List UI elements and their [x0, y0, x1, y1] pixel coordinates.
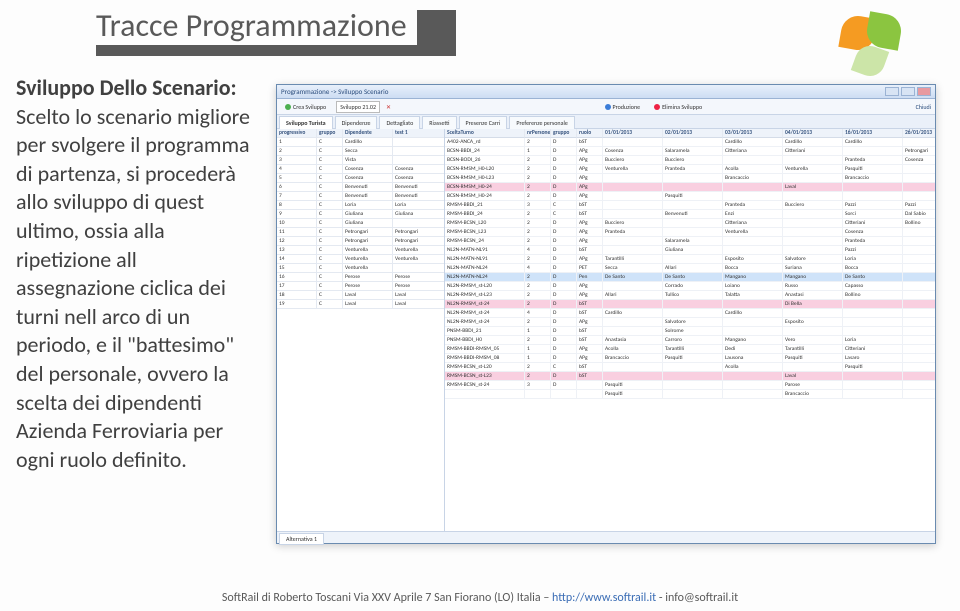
table-row[interactable]: PNSM-BBDI_H02DbSTAnastasiaCarroroMangano…	[445, 336, 935, 345]
table-row[interactable]: BCSN-RMSM_H0-242DAPgLaval	[445, 183, 935, 192]
tab-4[interactable]: Presenze Carri	[459, 116, 508, 129]
col-header[interactable]: SceltaTurno	[445, 129, 525, 138]
col-header[interactable]: ruolo	[577, 129, 603, 138]
table-row[interactable]: NL2N-MATN-NL244DPETSeccaAllariBoccaSuria…	[445, 264, 935, 273]
footer-text: SoftRail di Roberto Toscani Via XXV Apri…	[222, 591, 552, 605]
close-button[interactable]	[917, 87, 931, 96]
table-row[interactable]: 9CGiulianaGiuliana	[277, 210, 444, 219]
alternativa-tab[interactable]: Alternativa 1	[279, 533, 324, 545]
table-row[interactable]: 6CBenvenutiBenvenuti	[277, 183, 444, 192]
table-row[interactable]: RMSM-BCSN_L202DAPgBuccieroCitterianaCitt…	[445, 219, 935, 228]
table-row[interactable]: NL2N-RMSM_st-242DAPgSalvatoreEspositoCar…	[445, 318, 935, 327]
table-row[interactable]: 14CVenturellaVenturella	[277, 255, 444, 264]
col-header[interactable]: 01/01/2013	[603, 129, 663, 138]
delete-icon	[654, 104, 660, 110]
tab-1[interactable]: Dipendenze	[335, 116, 378, 129]
status-bar: Alternativa 1	[277, 531, 935, 543]
footer: SoftRail di Roberto Toscani Via XXV Apri…	[0, 591, 960, 605]
table-row[interactable]: BCSN-BODI_262DAPgBuccieroBuccieroPranted…	[445, 156, 935, 165]
table-row[interactable]: 13CVenturellaVenturella	[277, 246, 444, 255]
tab-2[interactable]: Dettagliato	[379, 116, 420, 129]
crea-sviluppo-button[interactable]: Crea Sviluppo	[281, 102, 330, 112]
table-row[interactable]: 16CPerosePerose	[277, 273, 444, 282]
produzione-button[interactable]: Produzione	[601, 102, 645, 112]
table-row[interactable]: 2CSecca	[277, 147, 444, 156]
col-header[interactable]: nrPersoneTurno	[525, 129, 551, 138]
table-row[interactable]: BCSN-RMSM_H0-242DAPgPasquiti	[445, 192, 935, 201]
footer-link[interactable]: http://www.softrail.it	[552, 591, 656, 605]
col-header[interactable]: 04/01/2013	[783, 129, 843, 138]
table-row[interactable]: RMSM-BCSN_st-L232DbSTLaval	[445, 372, 935, 381]
col-header[interactable]: progressivo	[277, 129, 317, 138]
col-header[interactable]: gruppo	[317, 129, 343, 138]
col-header[interactable]: 26/01/2013	[903, 129, 935, 138]
footer-email: - info@softrail.it	[656, 591, 738, 605]
table-row[interactable]: BCSN-BBDI_241DAPgCosenzaSalaramelaCitter…	[445, 147, 935, 156]
table-row[interactable]: 3CVista	[277, 156, 444, 165]
col-header[interactable]: Dipendente	[343, 129, 393, 138]
table-row[interactable]: NL2N-RMSM_st-244DbSTCardilloCardillo	[445, 309, 935, 318]
table-row[interactable]: NL2N-RMSM_st-242DbSTDi BellaCardillo	[445, 300, 935, 309]
tab-3[interactable]: Riassetti	[422, 116, 456, 129]
slide-title: Tracce Programmazione	[96, 6, 417, 45]
table-row[interactable]: NL2N-MATN-NL242DPenDe SantoDe SantoManga…	[445, 273, 935, 282]
table-row[interactable]: 15CVenturella	[277, 264, 444, 273]
app-toolbar: Crea Sviluppo Sviluppo 21.02 ✕ Produzion…	[277, 99, 935, 115]
close-link[interactable]: Chiudi	[916, 103, 931, 111]
breadcrumb: Programmazione -> Sviluppo Scenario	[281, 87, 388, 96]
table-row[interactable]: 8CLoriaLoria	[277, 201, 444, 210]
table-row[interactable]: A402-ANCA_rd2DbSTCardilloCardilloCardill…	[445, 138, 935, 147]
tab-5[interactable]: Preferenze personale	[509, 116, 574, 129]
table-row[interactable]: PasquitiBrancaccio	[445, 390, 935, 399]
table-row[interactable]: NL2N-RMSM_st-L232DAPgAllariTullicoTalatt…	[445, 291, 935, 300]
table-row[interactable]: 10CGiuliana	[277, 219, 444, 228]
table-row[interactable]: NL2N-RMSM_st-L202DAPgCorradoLoianoRussoC…	[445, 282, 935, 291]
table-row[interactable]: 7CBenvenutiBenvenuti	[277, 192, 444, 201]
table-row[interactable]: 17CPerosePerose	[277, 282, 444, 291]
table-row[interactable]: RMSM-BCSN_L232DAPgPrantedaVenturellaCose…	[445, 228, 935, 237]
col-header[interactable]: 02/01/2013	[663, 129, 723, 138]
progressivo-grid[interactable]: progressivogruppoDipendentetest 11CCardi…	[277, 129, 445, 531]
table-row[interactable]: RMSM-BBDI_213CbSTPrantedaBuccieroPazziPa…	[445, 201, 935, 210]
slide-title-row: Tracce Programmazione	[96, 6, 417, 45]
table-row[interactable]: BCSN-RMSM_H0-L232DAPgBrancaccioBrancacci…	[445, 174, 935, 183]
table-row[interactable]: NL2N-MATN-NL912DAPgTarantilliEspositoSal…	[445, 255, 935, 264]
table-row[interactable]: RMSM-BBDI-RMSM_051DAPgAcollaTarantilliDe…	[445, 345, 935, 354]
table-row[interactable]: BCSN-RMSM_H0-L202DAPgVenturellaPrantedaA…	[445, 165, 935, 174]
plus-icon	[285, 104, 291, 110]
table-row[interactable]: RMSM-BCSN_st-243DPasquitiParose	[445, 381, 935, 390]
tabs-bar: Sviluppo TuristaDipendenzeDettagliatoRia…	[277, 115, 935, 129]
logo-mark	[835, 10, 905, 80]
table-row[interactable]: 1CCardillo	[277, 138, 444, 147]
delete-icon[interactable]: ✕	[386, 103, 391, 111]
col-header[interactable]: test 1	[393, 129, 445, 138]
slide-body: Sviluppo Dello Scenario: Scelto lo scena…	[16, 74, 256, 474]
table-row[interactable]: RMSM-BCSN_st-L202CbSTAcollaPasquiti	[445, 363, 935, 372]
table-row[interactable]: 5CCosenzaCosenza	[277, 174, 444, 183]
table-row[interactable]: 12CPetrongariPetrongari	[277, 237, 444, 246]
arrow-icon	[605, 104, 611, 110]
maximize-button[interactable]	[901, 87, 915, 96]
table-row[interactable]: NL2N-MATN-NL914DbSTGiulianaPazzi	[445, 246, 935, 255]
turni-grid[interactable]: SceltaTurnonrPersoneTurnogrupporuolo01/0…	[445, 129, 935, 531]
table-row[interactable]: 4CCosenzaCosenza	[277, 165, 444, 174]
col-header[interactable]: 03/01/2013	[723, 129, 783, 138]
col-header[interactable]: 16/01/2013	[843, 129, 903, 138]
table-row[interactable]: RMSM-BCSN_242DAPgSalaramelaPranteda	[445, 237, 935, 246]
sviluppo-select[interactable]: Sviluppo 21.02	[336, 101, 380, 113]
table-row[interactable]: RMSM-BBDI_242CbSTBenvenutiEnziSorciDal S…	[445, 210, 935, 219]
table-row[interactable]: PNSM-BBDI_211DbSTSolrome	[445, 327, 935, 336]
col-header[interactable]: gruppo	[551, 129, 577, 138]
tab-0[interactable]: Sviluppo Turista	[279, 116, 333, 129]
table-row[interactable]: 19CLavalLaval	[277, 300, 444, 309]
elimina-sviluppo-button[interactable]: Elimina Sviluppo	[650, 102, 706, 112]
app-titlebar: Programmazione -> Sviluppo Scenario	[277, 85, 935, 99]
table-row[interactable]: 11CPetrongariPetrongari	[277, 228, 444, 237]
app-window: Programmazione -> Sviluppo Scenario Crea…	[276, 84, 936, 544]
table-row[interactable]: 18CLavalLaval	[277, 291, 444, 300]
table-row[interactable]: RMSM-BBDI-RMSM_081DAPgBrancaccioPasquiti…	[445, 354, 935, 363]
minimize-button[interactable]	[885, 87, 899, 96]
